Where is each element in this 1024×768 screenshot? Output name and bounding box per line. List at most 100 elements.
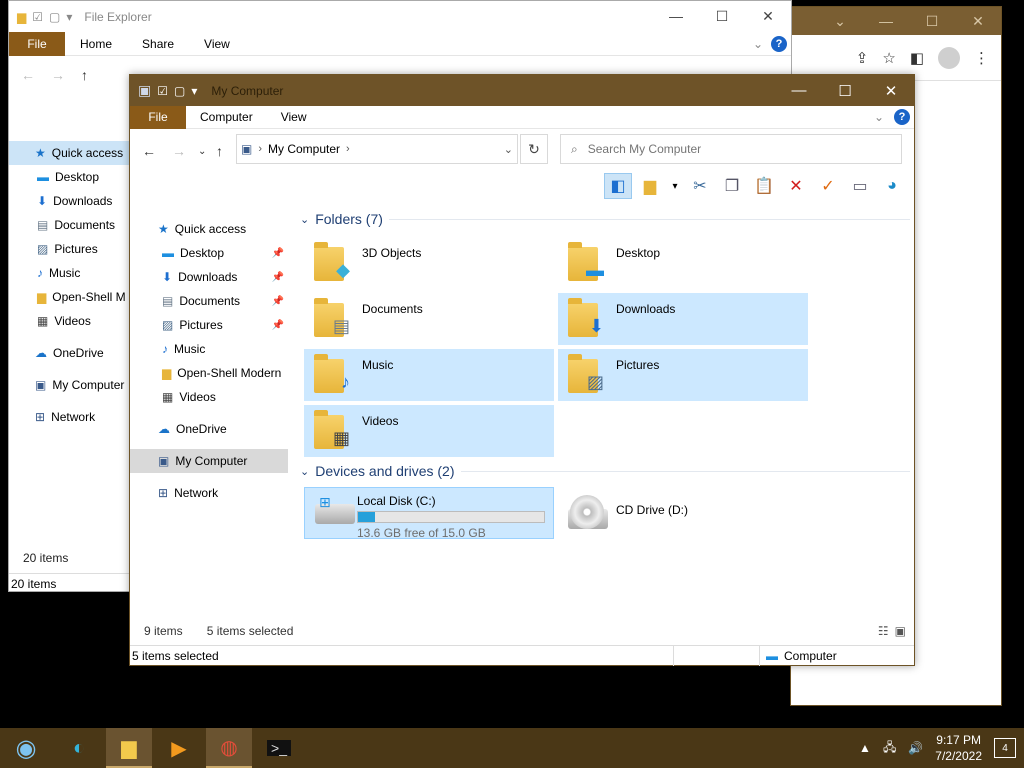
taskbar-media-player[interactable]: ▶ xyxy=(156,728,202,768)
taskbar-explorer[interactable]: ▆ xyxy=(106,728,152,768)
nav-item-desktop[interactable]: ▬ Desktop xyxy=(9,165,131,189)
nav-item-documents[interactable]: ▤ Documents 📌 xyxy=(130,289,288,313)
folder-videos[interactable]: ▦ Videos xyxy=(304,405,554,457)
taskbar-chrome[interactable]: ◍ xyxy=(206,728,252,768)
customize-icon[interactable]: ▾ xyxy=(66,10,72,24)
folder-desktop[interactable]: ▬ Desktop xyxy=(558,237,808,289)
notification-center-button[interactable]: 4 xyxy=(994,738,1016,758)
navigation-pane-button[interactable]: ◧ xyxy=(604,173,632,199)
nav-item-videos[interactable]: ▦ Videos xyxy=(9,309,131,333)
minimize-icon[interactable]: — xyxy=(776,82,822,100)
back-icon[interactable]: ← xyxy=(21,67,35,83)
nav-item-network[interactable]: ⊞ Network xyxy=(9,405,131,429)
chevron-down-icon[interactable]: ⌄ xyxy=(504,143,513,156)
minimize-icon[interactable]: — xyxy=(863,13,909,29)
copy-button[interactable]: ❐ xyxy=(718,173,746,199)
nav-item-my-computer[interactable]: ▣ My Computer xyxy=(9,373,131,397)
chevron-down-icon[interactable]: ⌄ xyxy=(753,37,763,51)
close-icon[interactable]: ✕ xyxy=(745,8,791,25)
tab-share[interactable]: Share xyxy=(127,37,189,51)
nav-item-documents[interactable]: ▤ Documents xyxy=(9,213,131,237)
chevron-down-icon[interactable]: ⌄ xyxy=(817,13,863,30)
file-tab[interactable]: File xyxy=(130,105,186,129)
folder-music[interactable]: ♪ Music xyxy=(304,349,554,401)
file-tab[interactable]: File xyxy=(9,31,65,56)
cut-button[interactable]: ✂ xyxy=(686,173,714,199)
tiles-view-icon[interactable]: ▣ xyxy=(895,624,906,638)
maximize-icon[interactable]: ☐ xyxy=(822,82,868,100)
help-icon[interactable]: ? xyxy=(894,109,910,125)
close-icon[interactable]: ✕ xyxy=(868,82,914,100)
newfolder-icon[interactable]: ▢ xyxy=(174,84,185,98)
maximize-icon[interactable]: ☐ xyxy=(699,8,745,25)
folder-3d-objects[interactable]: ◆ 3D Objects xyxy=(304,237,554,289)
drive-cd-d[interactable]: CD Drive (D:) xyxy=(558,487,808,539)
tab-view[interactable]: View xyxy=(267,110,321,124)
nav-item-network[interactable]: ⊞ Network xyxy=(130,481,288,505)
nav-item-onedrive[interactable]: ☁ OneDrive xyxy=(9,341,131,365)
delete-button[interactable]: ✕ xyxy=(782,173,810,199)
taskbar-edge[interactable]: ◐ xyxy=(56,728,102,768)
drive-local-disk-c[interactable]: ⊞ Local Disk (C:) 13.6 GB free of 15.0 G… xyxy=(304,487,554,540)
nav-item-downloads[interactable]: ⬇ Downloads xyxy=(9,189,131,213)
nav-item-pictures[interactable]: ▨ Pictures 📌 xyxy=(130,313,288,337)
nav-item-open-shell[interactable]: ▆ Open-Shell Modern xyxy=(130,361,288,385)
properties-button[interactable]: ▭ xyxy=(846,173,874,199)
minimize-icon[interactable]: — xyxy=(653,8,699,25)
nav-item-music[interactable]: ♪ Music xyxy=(130,337,288,361)
volume-icon[interactable]: 🔊 xyxy=(908,741,923,755)
group-header-folders[interactable]: ⌄ Folders (7) xyxy=(300,211,910,227)
forward-icon[interactable]: → xyxy=(172,143,186,159)
refresh-button[interactable]: ↻ xyxy=(520,134,548,164)
clock[interactable]: 9:17 PM 7/2/2022 xyxy=(935,732,982,764)
show-hidden-icons[interactable]: ▲ xyxy=(859,741,871,755)
up-icon[interactable]: ↑ xyxy=(216,143,223,159)
start-button[interactable]: ◉ xyxy=(0,728,52,768)
sidepanel-icon[interactable]: ◧ xyxy=(910,49,924,67)
customize-icon[interactable]: ▾ xyxy=(191,84,197,98)
help-icon[interactable]: ? xyxy=(771,35,787,52)
network-icon[interactable]: 🖧 xyxy=(883,738,896,759)
address-bar[interactable]: ▣ › My Computer › ⌄ xyxy=(236,134,518,164)
folder-downloads[interactable]: ⬇ Downloads xyxy=(558,293,808,345)
star-icon[interactable]: ☆ xyxy=(882,49,895,67)
tab-computer[interactable]: Computer xyxy=(186,110,267,124)
tab-home[interactable]: Home xyxy=(65,37,127,51)
nav-item-quick-access[interactable]: ★ Quick access xyxy=(130,217,288,241)
search-box[interactable]: ⌕ xyxy=(560,134,902,164)
share-icon[interactable]: ⇪ xyxy=(856,49,869,67)
taskbar-terminal[interactable]: >_ xyxy=(256,728,302,768)
nav-item-pictures[interactable]: ▨ Pictures xyxy=(9,237,131,261)
new-dropdown-button[interactable]: ▾ xyxy=(668,173,682,199)
newfolder-icon[interactable]: ▢ xyxy=(49,10,60,24)
details-view-icon[interactable]: ☷ xyxy=(878,624,889,638)
group-header-devices[interactable]: ⌄ Devices and drives (2) xyxy=(300,463,910,479)
up-icon[interactable]: ↑ xyxy=(81,67,88,83)
back-icon[interactable]: ← xyxy=(142,143,156,159)
nav-item-desktop[interactable]: ▬ Desktop 📌 xyxy=(130,241,288,265)
tab-view[interactable]: View xyxy=(189,37,245,51)
nav-item-open-shell[interactable]: ▆ Open-Shell M xyxy=(9,285,131,309)
folder-pictures[interactable]: ▨ Pictures xyxy=(558,349,808,401)
nav-item-downloads[interactable]: ⬇ Downloads 📌 xyxy=(130,265,288,289)
paste-button[interactable]: 📋 xyxy=(750,173,778,199)
properties-icon[interactable]: ☑ xyxy=(32,10,43,24)
maximize-icon[interactable]: ☐ xyxy=(909,13,955,30)
new-folder-button[interactable]: ▆ xyxy=(636,173,664,199)
folder-documents[interactable]: ▤ Documents xyxy=(304,293,554,345)
nav-item-music[interactable]: ♪ Music xyxy=(9,261,131,285)
nav-item-quick-access[interactable]: ★ Quick access xyxy=(9,141,131,165)
search-input[interactable] xyxy=(587,142,868,156)
rename-button[interactable]: ✓ xyxy=(814,173,842,199)
nav-item-onedrive[interactable]: ☁ OneDrive xyxy=(130,417,288,441)
avatar[interactable] xyxy=(938,46,960,69)
chevron-down-icon[interactable]: ⌄ xyxy=(874,110,884,124)
more-menu-icon[interactable]: ⋮ xyxy=(974,49,989,67)
forward-icon[interactable]: → xyxy=(51,67,65,83)
properties-icon[interactable]: ☑ xyxy=(157,84,168,98)
close-icon[interactable]: ✕ xyxy=(955,13,1001,30)
recent-dropdown-icon[interactable]: ⌄ xyxy=(198,146,206,157)
open-shell-button[interactable]: ◕ xyxy=(878,173,906,199)
nav-item-my-computer[interactable]: ▣ My Computer xyxy=(130,449,288,473)
nav-item-videos[interactable]: ▦ Videos xyxy=(130,385,288,409)
